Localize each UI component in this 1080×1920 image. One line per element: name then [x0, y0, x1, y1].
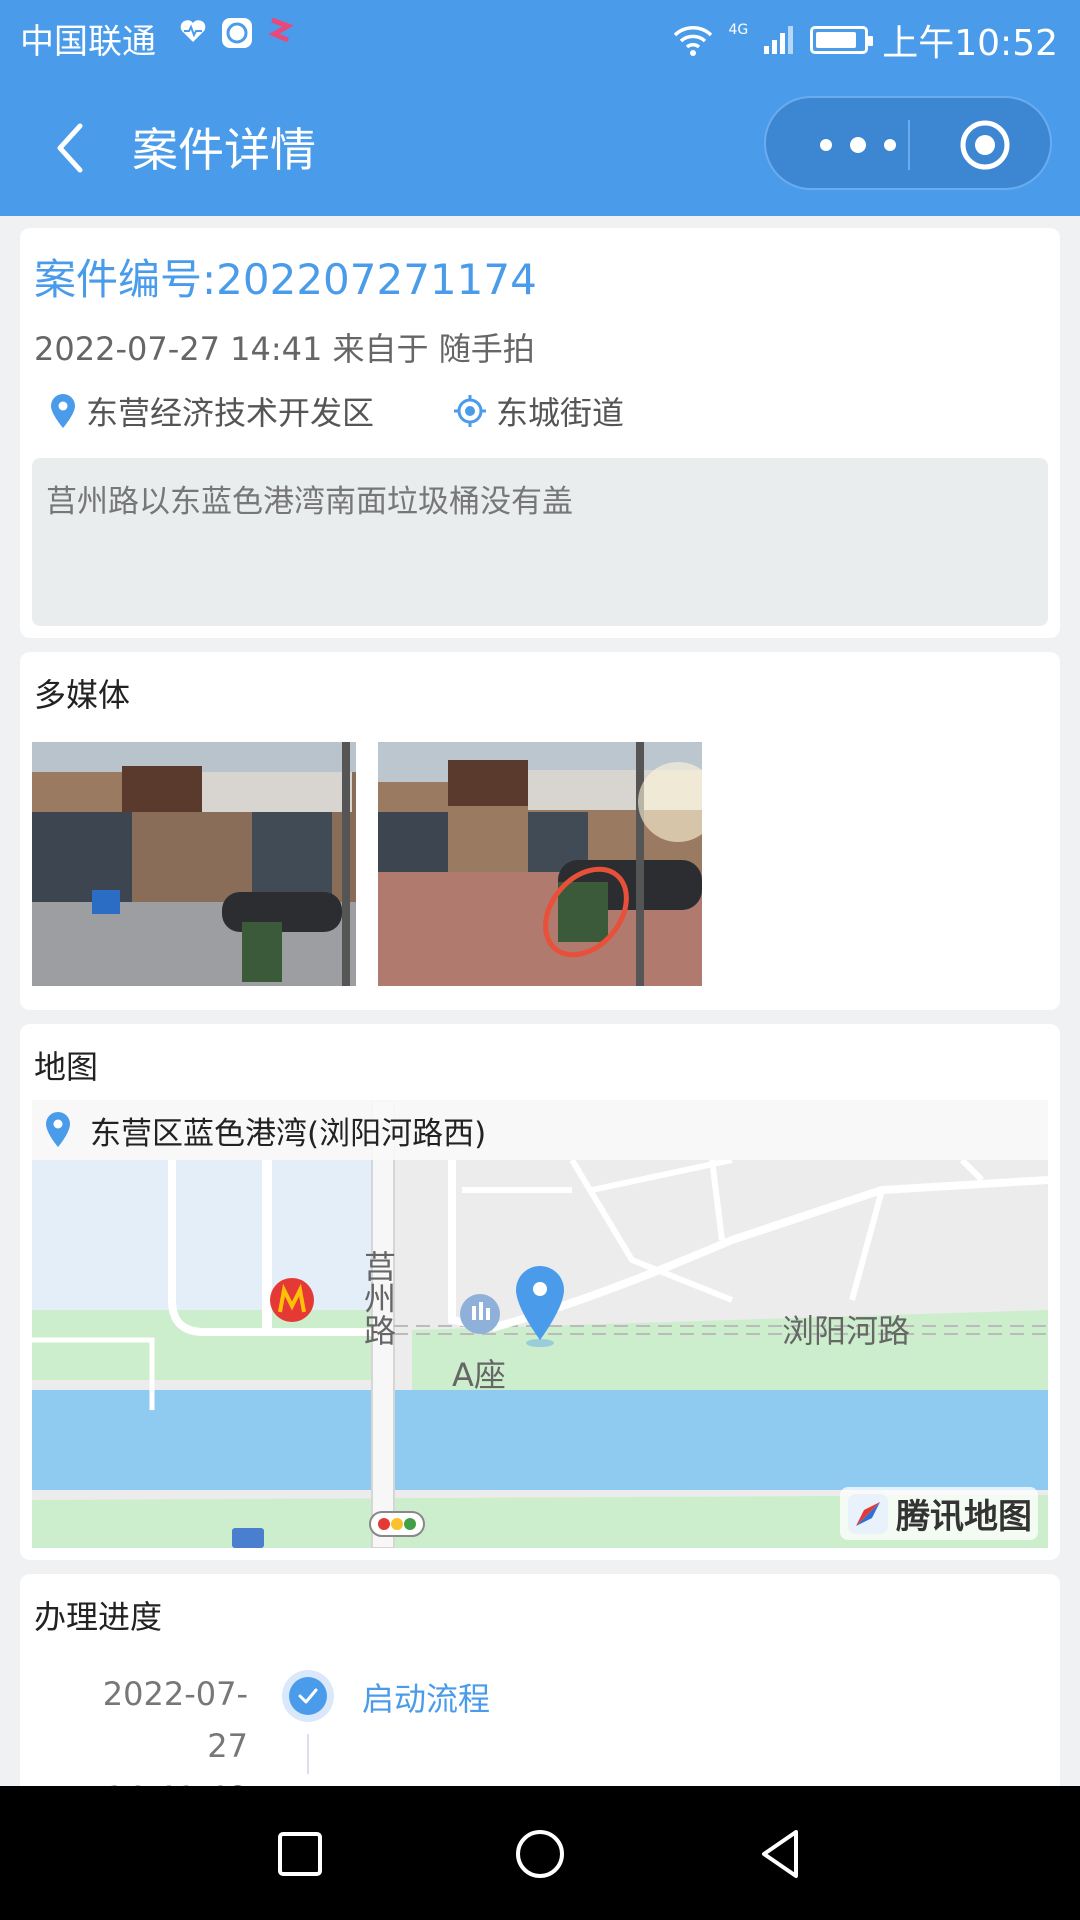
district-name: 东营经济技术开发区	[86, 394, 375, 432]
progress-step-date: 2022-07-27	[102, 1675, 248, 1765]
step-done-icon	[282, 1670, 334, 1722]
map-view[interactable]: 东营区蓝色港湾(浏阳河路西) 莒州路 浏阳河路 A座 腾讯地图	[32, 1100, 1048, 1548]
heart-rate-icon	[180, 20, 206, 42]
status-app-icons	[178, 16, 296, 50]
more-icon[interactable]	[808, 128, 908, 162]
progress-step-label: 启动流程	[362, 1680, 491, 1718]
system-nav-bar	[0, 1786, 1080, 1920]
home-icon[interactable]	[512, 1826, 568, 1882]
map-address-bar: 东营区蓝色港湾(浏阳河路西)	[32, 1100, 1048, 1160]
close-miniprogram-icon[interactable]	[958, 118, 1012, 172]
building-label: A座	[452, 1356, 506, 1394]
locate-icon	[454, 395, 486, 427]
map-provider-name: 腾讯地图	[896, 1497, 1032, 1537]
capsule-divider	[908, 120, 910, 170]
status-right: 4G 上午10:52	[672, 14, 1058, 66]
street-tag: 东城街道	[452, 388, 624, 434]
media-photo-2[interactable]	[378, 742, 702, 986]
you-app-icon	[268, 17, 294, 43]
media-photo-1[interactable]	[32, 742, 356, 986]
case-description: 莒州路以东蓝色港湾南面垃圾桶没有盖	[32, 458, 1048, 626]
compass-icon	[848, 1493, 888, 1534]
road-label-liuyanghe: 浏阳河路	[782, 1312, 911, 1350]
case-meta: 2022-07-27 14:41 来自于 随手拍	[34, 330, 535, 368]
clock: 上午10:52	[882, 23, 1058, 64]
wifi-icon	[674, 26, 713, 56]
recent-apps-icon[interactable]	[272, 1826, 328, 1882]
miniprogram-capsule	[764, 96, 1052, 190]
district-tag: 东营经济技术开发区	[48, 388, 374, 434]
map-title: 地图	[34, 1048, 99, 1086]
carrier-name: 中国联通	[20, 22, 156, 62]
case-number: 案件编号:202207271174	[34, 255, 537, 304]
location-pin-icon	[46, 1112, 70, 1147]
browser-icon	[222, 18, 252, 48]
page-title: 案件详情	[132, 123, 316, 177]
back-arrow-icon[interactable]	[44, 118, 104, 178]
progress-title: 办理进度	[34, 1598, 163, 1636]
top-bar: 中国联通 4G 上午10:52 案件详情	[0, 0, 1080, 216]
media-title: 多媒体	[34, 676, 131, 714]
map-address: 东营区蓝色港湾(浏阳河路西)	[90, 1115, 487, 1152]
signal-icon	[764, 26, 794, 54]
back-nav-icon[interactable]	[752, 1826, 808, 1882]
street-name: 东城街道	[496, 394, 625, 432]
map-provider-logo: 腾讯地图	[840, 1487, 1038, 1540]
timeline-connector	[307, 1734, 309, 1774]
status-bar: 中国联通 4G 上午10:52	[0, 0, 1080, 76]
road-label-juzhou: 莒州路	[359, 1250, 397, 1346]
nav-bar: 案件详情	[0, 96, 1080, 196]
case-info-card: 案件编号:202207271174 2022-07-27 14:41 来自于 随…	[20, 228, 1060, 638]
media-card: 多媒体	[20, 652, 1060, 1010]
location-pin-icon	[51, 394, 75, 428]
map-card: 地图 东营区蓝色港湾(浏阳河路西) 莒州路 浏阳河路 A座 腾讯地图	[20, 1024, 1060, 1560]
battery-icon	[810, 26, 874, 54]
network-type: 4G	[728, 22, 749, 38]
